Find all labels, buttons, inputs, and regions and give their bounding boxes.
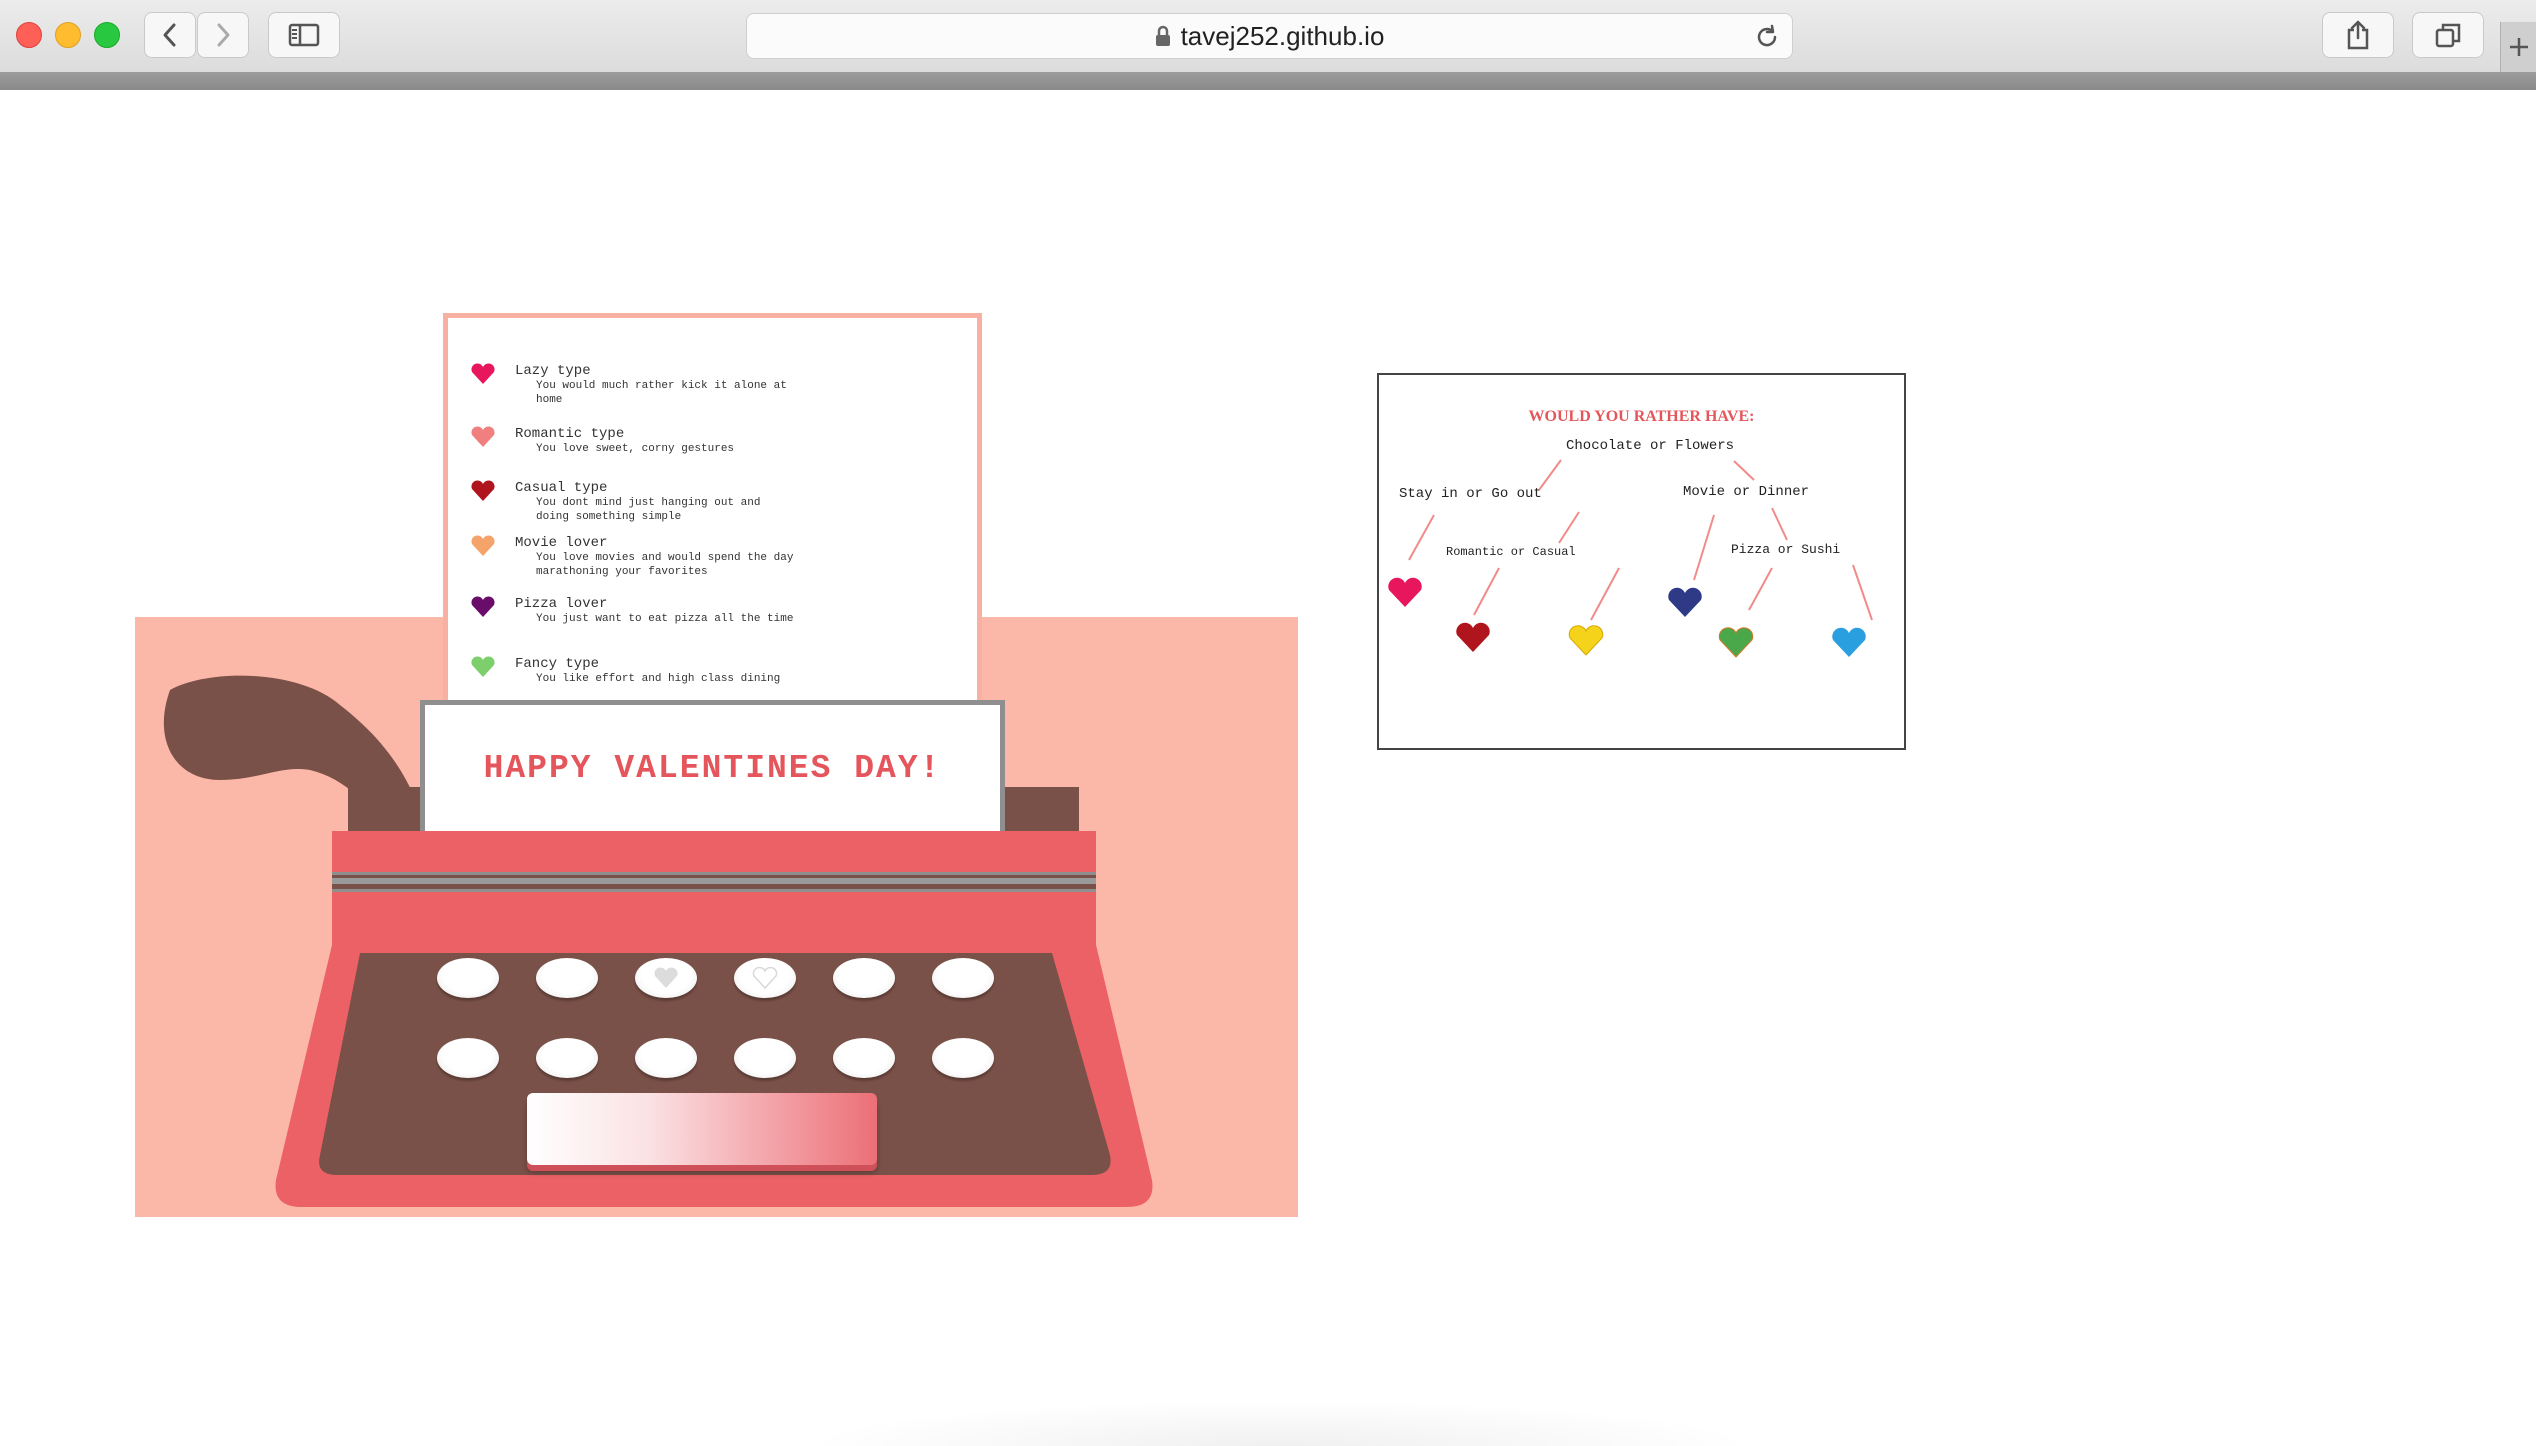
entry-description: You would much rather kick it alone at h…: [536, 380, 787, 406]
typewriter-key[interactable]: [932, 1038, 994, 1078]
close-light[interactable]: [16, 22, 42, 48]
heart-icon: [1456, 622, 1490, 652]
tabs-icon: [2435, 23, 2461, 48]
entry-description: You love sweet, corny gestures: [536, 443, 735, 455]
typewriter-key[interactable]: [734, 958, 796, 998]
share-icon: [2347, 20, 2369, 50]
heart-icon: [752, 967, 778, 989]
typewriter-spacebar[interactable]: [527, 1093, 877, 1165]
typewriter-key[interactable]: [536, 958, 598, 998]
lock-icon: [1155, 25, 1170, 46]
heart-icon: [1832, 627, 1866, 657]
heart-icon: [471, 480, 495, 501]
url-text: tavej252.github.io: [1180, 20, 1385, 51]
rail-stripe: [332, 878, 1096, 884]
back-icon: [163, 23, 176, 47]
typewriter-rail: [332, 872, 1096, 892]
reload-icon[interactable]: [1754, 24, 1780, 50]
new-tab-button[interactable]: [2500, 22, 2536, 72]
heart-icon: [1568, 625, 1604, 656]
heart-icon: [1718, 627, 1754, 658]
typewriter-key[interactable]: [833, 1038, 895, 1078]
paper-holder: HAPPY VALENTINES DAY!: [420, 700, 1005, 832]
entry-description: You like effort and high class dining: [536, 673, 781, 685]
heart-icon: [471, 426, 495, 447]
zoom-light[interactable]: [94, 22, 120, 48]
entry-description: You dont mind just hanging out and doing…: [536, 497, 761, 523]
entry-title: Romantic type: [515, 426, 625, 442]
minimize-light[interactable]: [55, 22, 81, 48]
browser-toolbar: tavej252.github.io: [0, 0, 2536, 73]
typewriter-key[interactable]: [635, 1038, 697, 1078]
heart-icon: [1668, 587, 1702, 617]
entry-title: Lazy type: [515, 363, 591, 379]
tabs-button[interactable]: [2412, 12, 2484, 58]
heart-icon: [471, 363, 495, 384]
typewriter-key[interactable]: [536, 1038, 598, 1078]
address-bar[interactable]: tavej252.github.io: [746, 13, 1793, 59]
heart-icon: [471, 656, 495, 677]
typewriter-body: [275, 945, 1153, 1207]
back-button[interactable]: [144, 12, 196, 58]
forward-button[interactable]: [197, 12, 249, 58]
sidebar-button[interactable]: [268, 12, 340, 58]
heart-icon: [471, 535, 495, 556]
heart-icon: [1388, 577, 1422, 607]
entry-title: Movie lover: [515, 535, 608, 551]
entry-title: Pizza lover: [515, 596, 608, 612]
valentine-message: HAPPY VALENTINES DAY!: [483, 750, 942, 787]
typewriter-key[interactable]: [833, 958, 895, 998]
entry-description: You love movies and would spend the day …: [536, 552, 794, 578]
share-button[interactable]: [2322, 12, 2394, 58]
new-tab-icon: [2510, 38, 2528, 56]
forward-icon: [217, 23, 230, 47]
flowchart-card: WOULD YOU RATHER HAVE: Chocolate or Flow…: [1377, 373, 1906, 750]
bottom-shadow: [800, 1400, 1760, 1446]
typewriter-key[interactable]: [635, 958, 697, 998]
heart-icon: [654, 967, 678, 988]
typewriter-key[interactable]: [437, 1038, 499, 1078]
entry-description: You just want to eat pizza all the time: [536, 613, 794, 625]
heart-icon: [471, 596, 495, 617]
typewriter-key[interactable]: [437, 958, 499, 998]
typewriter-key[interactable]: [734, 1038, 796, 1078]
letter-paper: Lazy type You would much rather kick it …: [443, 313, 982, 733]
entry-title: Casual type: [515, 480, 608, 496]
paper-entry-list: Lazy type You would much rather kick it …: [470, 363, 970, 703]
flowchart-connectors: [1388, 459, 1873, 658]
typewriter-key[interactable]: [932, 958, 994, 998]
toolbar-shadow: [0, 72, 2536, 90]
entry-title: Fancy type: [515, 656, 600, 672]
sidebar-icon: [288, 23, 320, 47]
